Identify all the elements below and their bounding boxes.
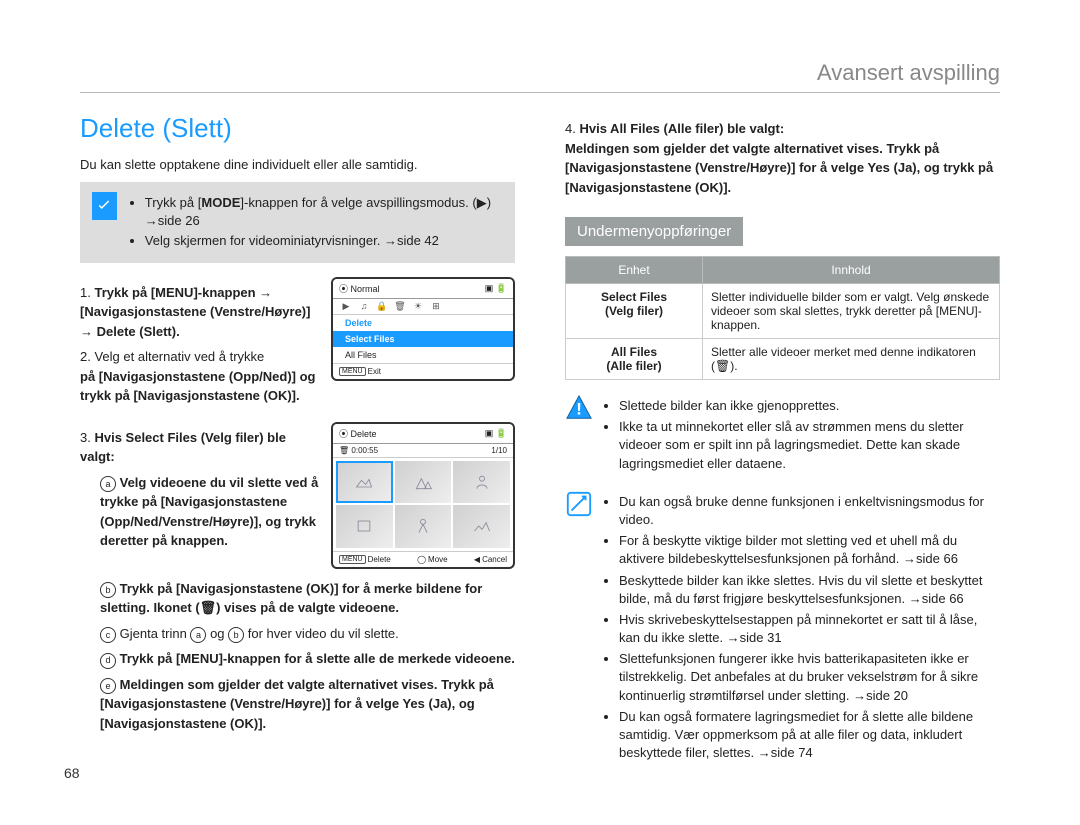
step3d: Trykk på [MENU]-knappen for å slette all… <box>120 651 515 666</box>
note-item: Slettefunksjonen fungerer ikke hvis batt… <box>619 650 1000 705</box>
page-number: 68 <box>64 765 80 781</box>
step2b: på [Navigasjonstastene (Opp/Ned)] og try… <box>80 369 315 404</box>
note-item: Du kan også formatere lagringsmediet for… <box>619 708 1000 763</box>
table-row: All Files(Alle filer) Sletter alle video… <box>566 339 1000 380</box>
table-row: Select Files(Velg filer) Sletter individ… <box>566 284 1000 339</box>
table-head-unit: Enhet <box>566 257 703 284</box>
step3a: Velg videoene du vil slette ved å trykke… <box>100 475 318 549</box>
step4-body: Meldingen som gjelder det valgte alterna… <box>565 141 993 195</box>
note-icon <box>565 490 593 518</box>
step3c-post: for hver video du vil slette. <box>244 626 399 641</box>
svg-text:!: ! <box>576 400 582 419</box>
warn-item: Ikke ta ut minnekortet eller slå av strø… <box>619 418 1000 473</box>
step3e: Meldingen som gjelder det valgte alterna… <box>100 677 494 731</box>
warning-icon: ! <box>565 394 593 422</box>
step4-head: Hvis All Files (Alle filer) ble valgt: <box>579 121 784 136</box>
callout-line2: Velg skjermen for videominiatyrvisninger… <box>145 233 381 248</box>
intro-text: Du kan slette opptakene dine individuelt… <box>80 157 515 172</box>
step3c-pre: Gjenta trinn <box>120 626 191 641</box>
step3b: Trykk på [Navigasjonstastene (OK)] for å… <box>100 581 482 616</box>
section-header: Avansert avspilling <box>80 60 1000 93</box>
note-item: Hvis skrivebeskyttelsestappen på minneko… <box>619 611 1000 647</box>
callout-line1-key: MODE <box>201 195 240 210</box>
step1: Trykk på [MENU]-knappen → [Navigasjonsta… <box>80 285 310 339</box>
right-column: 4. Hvis All Files (Alle filer) ble valgt… <box>565 113 1000 765</box>
check-icon <box>92 192 117 220</box>
step3-head: Hvis Select Files (Velg filer) ble valgt… <box>80 430 286 465</box>
step3c-mid: og <box>206 626 228 641</box>
submenu-table: Enhet Innhold Select Files(Velg filer) S… <box>565 256 1000 380</box>
camcorder-delete-screenshot: ⦿ Delete ▣ 🔋 🗑 0:00:55 1/10 <box>331 422 515 569</box>
note-item: For å beskytte viktige bilder mot sletti… <box>619 532 1000 568</box>
precondition-callout: Trykk på [MODE]-knappen for å velge avsp… <box>80 182 515 263</box>
step2a: Velg et alternativ ved å trykke <box>94 349 264 364</box>
callout-line1-post: ]-knappen for å velge avspillingsmodus. <box>240 195 468 210</box>
warning-list: Slettede bilder kan ikke gjenopprettes. … <box>603 394 1000 476</box>
camcorder-menu-screenshot: ⦿ Normal ▣ 🔋 ▶♫🔒🗑☀⊞ Delete Select Files … <box>331 277 515 381</box>
play-icon: ▶ <box>477 195 487 210</box>
callout-line1-ref: side 26 <box>158 213 200 228</box>
note-list: Du kan også bruke denne funksjonen i enk… <box>603 490 1000 766</box>
note-item: Du kan også bruke denne funksjonen i enk… <box>619 493 1000 529</box>
submenu-heading: Undermenyoppføringer <box>565 217 743 246</box>
left-column: Delete (Slett) Du kan slette opptakene d… <box>80 113 515 765</box>
callout-line1-pre: Trykk på [ <box>145 195 202 210</box>
warn-item: Slettede bilder kan ikke gjenopprettes. <box>619 397 1000 415</box>
page-title: Delete (Slett) <box>80 113 515 144</box>
callout-line2-ref: side 42 <box>397 233 439 248</box>
note-item: Beskyttede bilder kan ikke slettes. Hvis… <box>619 572 1000 608</box>
table-head-content: Innhold <box>703 257 1000 284</box>
